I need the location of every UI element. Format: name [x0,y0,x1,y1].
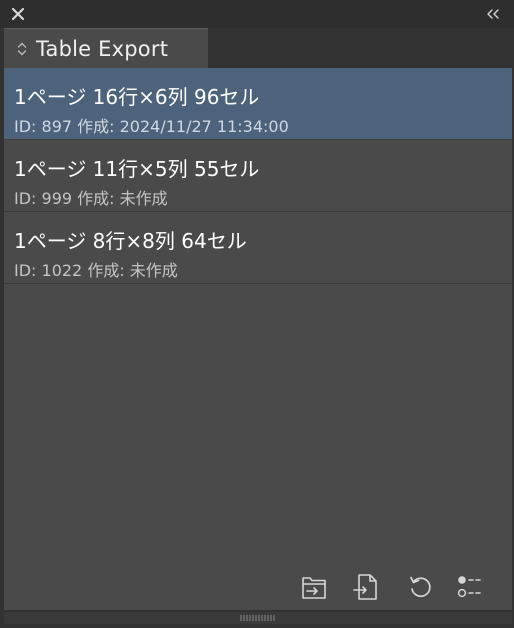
table-list-item[interactable]: 1ページ 8行×8列 64セル ID: 1022 作成: 未作成 [4,212,512,284]
table-list: 1ページ 16行×6列 96セル ID: 897 作成: 2024/11/27 … [4,68,512,549]
export-folder-icon [302,577,326,599]
panel-titlebar [0,0,514,28]
table-item-title: 1ページ 11行×5列 55セル [14,157,260,181]
table-item-meta: ID: 897 作成: 2024/11/27 11:34:00 [14,117,289,136]
close-button[interactable] [8,4,28,24]
tab-strip: Table Export [0,28,514,68]
sort-updown-icon [17,42,27,55]
list-options-icon [457,576,481,598]
table-export-panel: Table Export 1ページ 16行×6列 96セル ID: 897 作成… [0,0,514,628]
panel-footer-toolbar [4,548,512,610]
close-icon [11,7,25,21]
tab-table-export[interactable]: Table Export [4,28,208,68]
list-options-button[interactable] [456,571,488,603]
table-item-meta: ID: 999 作成: 未作成 [14,189,168,208]
table-list-item[interactable]: 1ページ 16行×6列 96セル ID: 897 作成: 2024/11/27 … [4,68,512,140]
refresh-icon [410,576,431,598]
double-chevron-left-icon [487,9,499,19]
panel-resize-handle[interactable] [4,612,512,624]
tab-label: Table Export [36,36,169,61]
table-item-title: 1ページ 16行×6列 96セル [14,85,260,109]
collapse-panel-button[interactable] [482,5,504,23]
export-to-folder-button[interactable] [298,571,330,603]
export-to-file-button[interactable] [350,571,382,603]
refresh-button[interactable] [404,571,436,603]
export-file-icon [353,574,377,600]
table-item-meta: ID: 1022 作成: 未作成 [14,261,178,280]
table-item-title: 1ページ 8行×8列 64セル [14,229,247,253]
table-list-item[interactable]: 1ページ 11行×5列 55セル ID: 999 作成: 未作成 [4,140,512,212]
grip-icon [240,615,275,621]
